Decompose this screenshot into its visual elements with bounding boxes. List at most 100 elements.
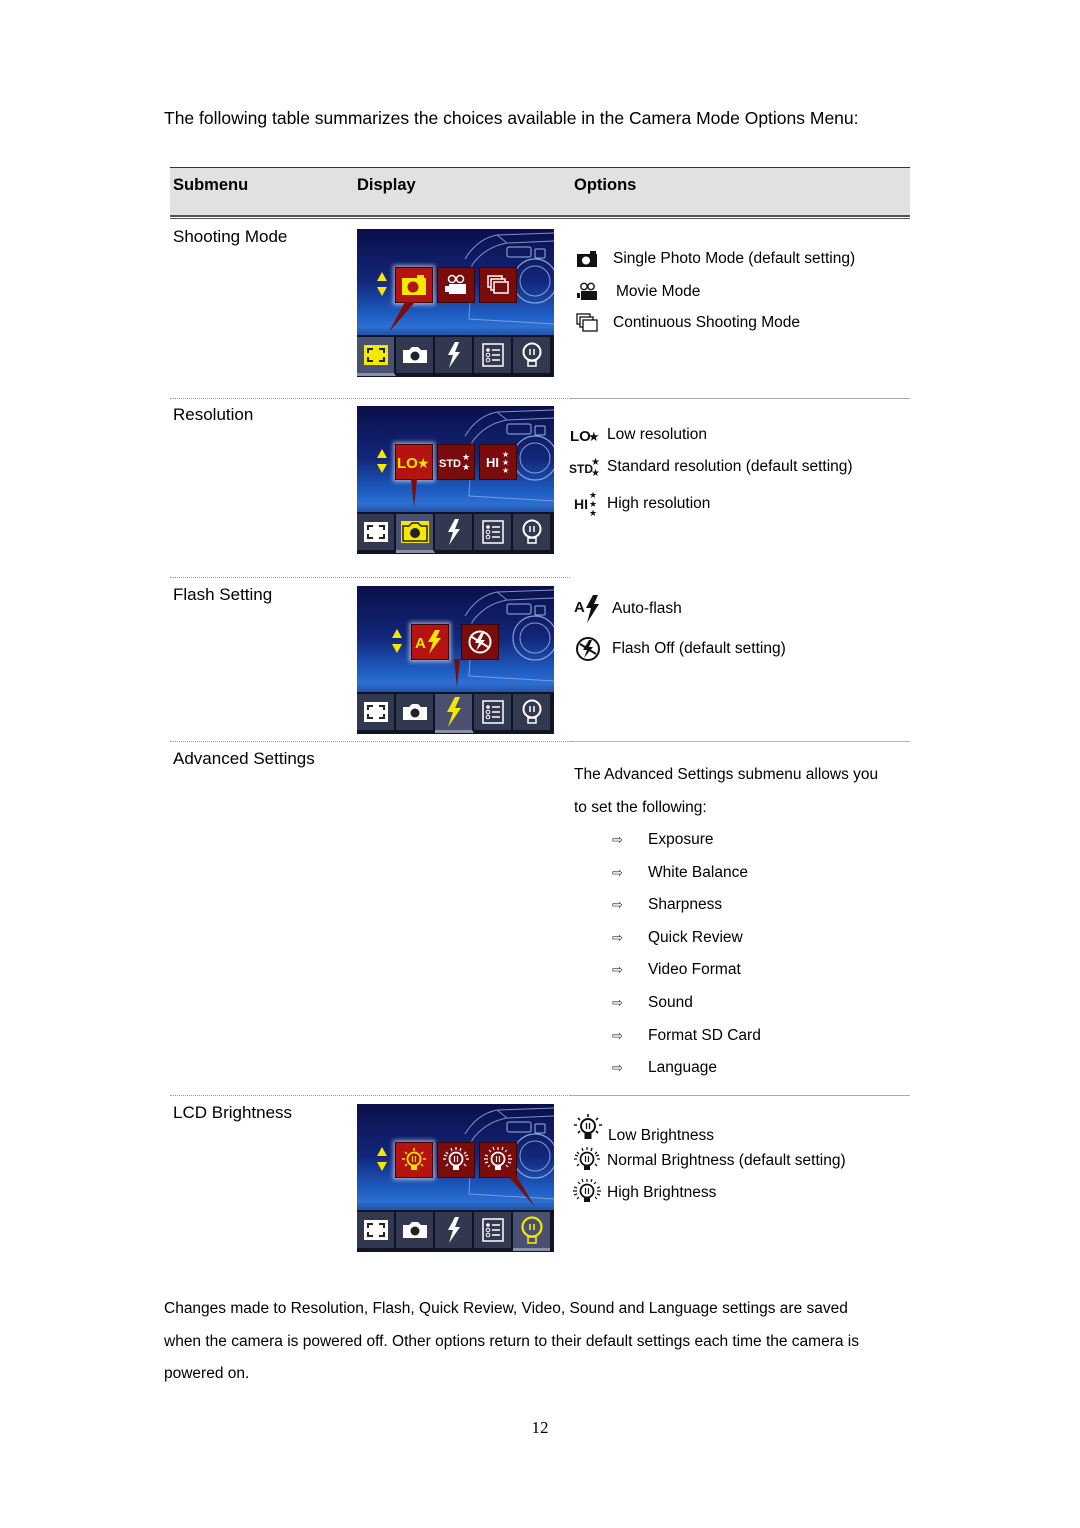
- tab-lcd-brightness[interactable]: [513, 337, 550, 373]
- choice-low-brightness[interactable]: [395, 1142, 433, 1178]
- svg-text:★: ★: [588, 430, 600, 445]
- flash-icon: [447, 1217, 460, 1243]
- arrow-right-icon: ⇨: [612, 832, 623, 847]
- intro-text: The following table summarizes the choic…: [164, 108, 859, 128]
- option-label: Continuous Shooting Mode: [613, 314, 800, 331]
- choice-normal-brightness[interactable]: [437, 1142, 475, 1178]
- submenu-resolution: Resolution: [173, 405, 254, 424]
- choice-movie[interactable]: [437, 267, 475, 303]
- resolution-icon: [402, 704, 427, 720]
- row-separator: [170, 1095, 910, 1096]
- choice-high-resolution[interactable]: HI ★ ★ ★: [479, 444, 517, 480]
- svg-text:LO: LO: [397, 455, 418, 472]
- advanced-description: The Advanced Settings submenu allows you: [574, 766, 879, 783]
- tab-resolution[interactable]: [396, 1212, 435, 1248]
- page-number: 12: [531, 1418, 549, 1437]
- header-submenu: Submenu: [173, 176, 249, 194]
- tab-advanced-settings[interactable]: [474, 1212, 513, 1248]
- normal-brightness-icon: [574, 1147, 600, 1170]
- svg-text:★: ★: [462, 453, 470, 463]
- camera-icon: [577, 251, 597, 267]
- bulb-icon: [522, 342, 541, 367]
- tab-shooting-mode[interactable]: [357, 337, 396, 376]
- tab-lcd-brightness[interactable]: [513, 694, 550, 730]
- option-low-brightness: Low Brightness: [572, 1113, 714, 1145]
- tab-advanced-settings[interactable]: [474, 337, 513, 373]
- movie-camera-icon: [445, 274, 466, 294]
- choice-high-brightness[interactable]: [479, 1142, 517, 1178]
- bulb-icon: [522, 519, 541, 544]
- selection-pointer: [389, 302, 415, 332]
- advanced-setting-label: Sound: [648, 994, 693, 1011]
- frame-icon: [363, 522, 388, 542]
- arrow-right-icon: ⇨: [612, 864, 623, 880]
- arrow-right-icon: ⇨: [612, 1060, 623, 1076]
- arrow-right-icon: ⇨: [612, 929, 623, 945]
- advanced-setting-item: ⇨ Sharpness: [612, 896, 722, 914]
- flash-off-icon: [468, 630, 492, 654]
- tab-lcd-brightness[interactable]: [513, 514, 550, 550]
- tab-flash[interactable]: [435, 1212, 474, 1248]
- frame-icon: [363, 702, 388, 722]
- flash-off-icon: [576, 637, 600, 661]
- up-down-arrows-icon: [377, 449, 387, 473]
- svg-text:A: A: [415, 635, 426, 652]
- tab-flash[interactable]: [435, 337, 474, 373]
- tab-shooting-mode[interactable]: [357, 514, 396, 550]
- menu-tab-bar: [357, 512, 554, 554]
- tab-lcd-brightness[interactable]: [513, 1212, 550, 1251]
- option-movie: Movie Mode: [574, 280, 700, 304]
- low-brightness-icon: [402, 1148, 426, 1170]
- selection-pointer: [411, 479, 417, 507]
- tab-shooting-mode[interactable]: [357, 1212, 396, 1248]
- svg-text:★: ★: [589, 509, 597, 519]
- high-brightness-icon: [573, 1179, 601, 1202]
- option-auto-flash: A Auto-flash: [574, 594, 682, 624]
- choice-single-photo[interactable]: [395, 267, 433, 303]
- camera-icon: [402, 275, 426, 295]
- tab-advanced-settings[interactable]: [474, 514, 513, 550]
- footer-note: powered on.: [164, 1365, 250, 1382]
- continuous-shooting-icon: [487, 275, 509, 294]
- advanced-setting-item: ⇨ Language: [612, 1059, 717, 1077]
- menu-tab-bar: [357, 335, 554, 377]
- row-separator: [170, 577, 910, 578]
- footer-note: Changes made to Resolution, Flash, Quick…: [164, 1300, 848, 1317]
- tab-flash[interactable]: [435, 514, 474, 550]
- choice-standard-resolution[interactable]: STD ★ ★: [437, 444, 475, 480]
- option-high-brightness: High Brightness: [572, 1179, 716, 1207]
- shooting-mode-screen: [357, 229, 554, 377]
- option-low-resolution: LO ★ Low resolution: [568, 423, 707, 447]
- advanced-setting-item: ⇨ Exposure: [612, 831, 713, 849]
- choice-low-resolution[interactable]: LO ★: [395, 444, 433, 480]
- menu-tab-bar: [357, 1210, 554, 1252]
- choice-continuous[interactable]: [479, 267, 517, 303]
- frame-icon: [363, 1220, 388, 1240]
- option-continuous: Continuous Shooting Mode: [574, 311, 800, 335]
- option-label: Low resolution: [607, 426, 707, 443]
- advanced-setting-item: ⇨ Video Format: [612, 961, 741, 979]
- svg-text:STD: STD: [569, 462, 593, 476]
- advanced-setting-label: Exposure: [648, 831, 714, 848]
- bulb-icon: [520, 1216, 543, 1244]
- flash-icon: [446, 697, 461, 727]
- svg-text:★: ★: [591, 468, 600, 479]
- tab-resolution[interactable]: [396, 337, 435, 373]
- settings-list-icon: [481, 700, 504, 724]
- low-resolution-icon: LO★: [570, 428, 600, 445]
- table-header: [170, 168, 910, 215]
- tab-advanced-settings[interactable]: [474, 694, 513, 730]
- tab-resolution[interactable]: [396, 694, 435, 730]
- choice-auto-flash[interactable]: A: [411, 624, 449, 660]
- svg-text:STD: STD: [439, 458, 461, 470]
- settings-list-icon: [481, 520, 504, 544]
- tab-resolution[interactable]: [396, 514, 435, 553]
- header-display: Display: [357, 176, 416, 194]
- tab-shooting-mode[interactable]: [357, 694, 396, 730]
- option-label: Low Brightness: [608, 1127, 714, 1144]
- option-standard-resolution: STD ★ ★ Standard resolution (default setti…: [568, 455, 853, 479]
- tab-flash[interactable]: [435, 694, 474, 733]
- option-label: High resolution: [607, 495, 711, 512]
- arrow-right-icon: ⇨: [612, 962, 623, 978]
- choice-flash-off[interactable]: [461, 624, 499, 660]
